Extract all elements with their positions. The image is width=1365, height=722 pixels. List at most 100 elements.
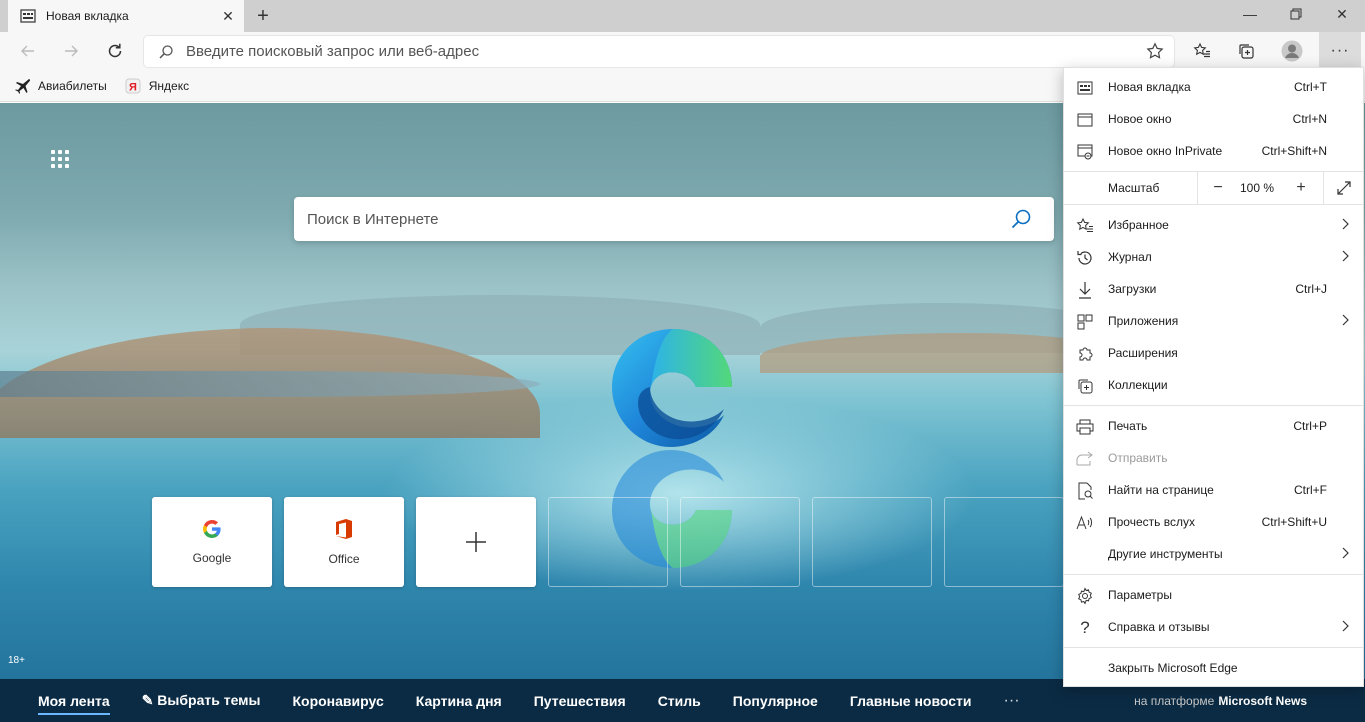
news-tab-travel[interactable]: Путешествия	[534, 693, 626, 709]
menu-item-read-aloud[interactable]: Прочесть вслух Ctrl+Shift+U	[1064, 506, 1363, 538]
empty-quick-link-slot	[812, 497, 932, 587]
puzzle-icon	[1076, 345, 1094, 363]
menu-item-apps[interactable]: Приложения	[1064, 305, 1363, 337]
gear-icon	[1076, 587, 1094, 605]
news-tab-style[interactable]: Стиль	[658, 693, 701, 709]
minimize-icon[interactable]: —	[1227, 0, 1273, 28]
close-tab-icon[interactable]: ✕	[216, 4, 240, 28]
tile-label: Office	[328, 552, 360, 566]
news-tab-choose-topics[interactable]: ✎ Выбрать темы	[142, 692, 261, 709]
download-icon	[1076, 281, 1094, 299]
new-tab-icon	[1076, 79, 1094, 97]
background-shore	[0, 371, 540, 397]
tab-new-tab[interactable]: Новая вкладка ✕	[8, 0, 244, 32]
chevron-right-icon	[1339, 546, 1353, 563]
favorite-aviabilety[interactable]: Авиабилеты	[14, 78, 107, 94]
menu-item-label: Новое окно	[1108, 112, 1172, 126]
menu-item-label: Новое окно InPrivate	[1108, 144, 1223, 158]
refresh-icon	[108, 43, 122, 58]
menu-item-close-edge[interactable]: Закрыть Microsoft Edge	[1064, 652, 1363, 684]
menu-item-label: Загрузки	[1108, 282, 1157, 296]
menu-item-shortcut: Ctrl+P	[1293, 419, 1327, 433]
menu-item-label: Другие инструменты	[1108, 547, 1223, 561]
news-more-icon[interactable]: ···	[1004, 692, 1020, 710]
add-quick-link-button[interactable]	[416, 497, 536, 587]
menu-item-favorites[interactable]: Избранное	[1064, 209, 1363, 241]
news-tab-top-stories[interactable]: Картина дня	[416, 693, 502, 709]
news-tab-coronavirus[interactable]: Коронавирус	[292, 693, 383, 709]
forward-arrow-icon	[65, 45, 78, 57]
menu-item-label: Прочесть вслух	[1108, 515, 1195, 529]
menu-item-print[interactable]: Печать Ctrl+P	[1064, 410, 1363, 442]
zoom-in-button[interactable]: +	[1286, 172, 1316, 204]
menu-item-downloads[interactable]: Загрузки Ctrl+J	[1064, 273, 1363, 305]
menu-item-find-on-page[interactable]: Найти на странице Ctrl+F	[1064, 474, 1363, 506]
menu-separator	[1064, 204, 1363, 205]
collections-icon	[1239, 44, 1254, 59]
menu-item-new-tab[interactable]: Новая вкладка Ctrl+T	[1064, 71, 1363, 103]
forward-button[interactable]	[55, 35, 87, 67]
close-window-icon[interactable]: ✕	[1319, 0, 1365, 28]
news-tab-my-feed[interactable]: Моя лента	[38, 693, 110, 715]
new-tab-button[interactable]: +	[250, 4, 276, 28]
menu-item-label: Отправить	[1108, 451, 1168, 465]
app-launcher-grid-icon[interactable]	[46, 145, 74, 173]
quick-link-google[interactable]: Google	[152, 497, 272, 587]
favorite-yandex[interactable]: Я Яндекс	[125, 78, 189, 94]
menu-item-more-tools[interactable]: Другие инструменты	[1064, 538, 1363, 570]
tab-title: Новая вкладка	[46, 9, 129, 23]
favorite-label: Авиабилеты	[38, 78, 107, 93]
powered-by-prefix: на платформе	[1134, 693, 1215, 708]
yandex-icon: Я	[125, 78, 141, 94]
add-favorite-star-icon[interactable]	[1146, 42, 1164, 63]
empty-quick-link-slot	[944, 497, 1064, 587]
fullscreen-button[interactable]	[1329, 172, 1359, 204]
menu-item-label: Журнал	[1108, 250, 1152, 264]
more-dots-icon: ···	[1330, 42, 1350, 59]
restore-icon[interactable]	[1273, 0, 1319, 28]
favorites-icon	[1076, 217, 1094, 235]
collections-button[interactable]	[1230, 35, 1262, 67]
news-tab-headlines[interactable]: Главные новости	[850, 693, 972, 709]
quick-link-office[interactable]: Office	[284, 497, 404, 587]
address-placeholder: Введите поисковый запрос или веб-адрес	[186, 43, 480, 60]
profile-button[interactable]	[1276, 35, 1308, 67]
menu-item-label: Справка и отзывы	[1108, 620, 1210, 634]
menu-item-label: Новая вкладка	[1108, 80, 1191, 94]
menu-item-label: Приложения	[1108, 314, 1179, 328]
menu-item-share[interactable]: Отправить	[1064, 442, 1363, 474]
question-mark-icon: ?	[1080, 618, 1090, 637]
menu-item-extensions[interactable]: Расширения	[1064, 337, 1363, 369]
news-tab-popular[interactable]: Популярное	[733, 693, 818, 709]
share-icon	[1076, 450, 1094, 468]
search-icon[interactable]	[1010, 208, 1032, 233]
menu-item-new-window[interactable]: Новое окно Ctrl+N	[1064, 103, 1363, 135]
tile-label: Google	[192, 551, 232, 565]
chevron-right-icon	[1339, 249, 1353, 266]
menu-item-collections[interactable]: Коллекции	[1064, 369, 1363, 401]
address-bar[interactable]: Введите поисковый запрос или веб-адрес	[144, 36, 1174, 67]
menu-item-label: Найти на странице	[1108, 483, 1214, 497]
settings-and-more-button[interactable]: ···	[1319, 32, 1361, 70]
read-aloud-icon	[1076, 514, 1094, 532]
menu-separator	[1064, 647, 1363, 648]
office-icon	[336, 519, 352, 539]
back-button[interactable]	[12, 35, 44, 67]
menu-item-shortcut: Ctrl+J	[1295, 282, 1327, 296]
back-arrow-icon	[21, 45, 34, 57]
chevron-right-icon	[1339, 217, 1353, 234]
menu-item-label: Закрыть Microsoft Edge	[1108, 661, 1238, 675]
menu-item-history[interactable]: Журнал	[1064, 241, 1363, 273]
menu-item-help-feedback[interactable]: ? Справка и отзывы	[1064, 611, 1363, 643]
zoom-out-button[interactable]: −	[1203, 172, 1233, 204]
menu-item-settings[interactable]: Параметры	[1064, 579, 1363, 611]
menu-separator	[1064, 574, 1363, 575]
menu-item-label: Коллекции	[1108, 378, 1168, 392]
inprivate-window-icon	[1076, 143, 1094, 161]
web-search-box[interactable]: Поиск в Интернете	[294, 197, 1054, 241]
settings-and-more-menu: Новая вкладка Ctrl+T Новое окно Ctrl+N Н…	[1063, 67, 1364, 687]
refresh-button[interactable]	[99, 35, 131, 67]
collections-icon	[1076, 377, 1094, 395]
menu-item-new-inprivate-window[interactable]: Новое окно InPrivate Ctrl+Shift+N	[1064, 135, 1363, 167]
favorites-button[interactable]	[1186, 35, 1218, 67]
